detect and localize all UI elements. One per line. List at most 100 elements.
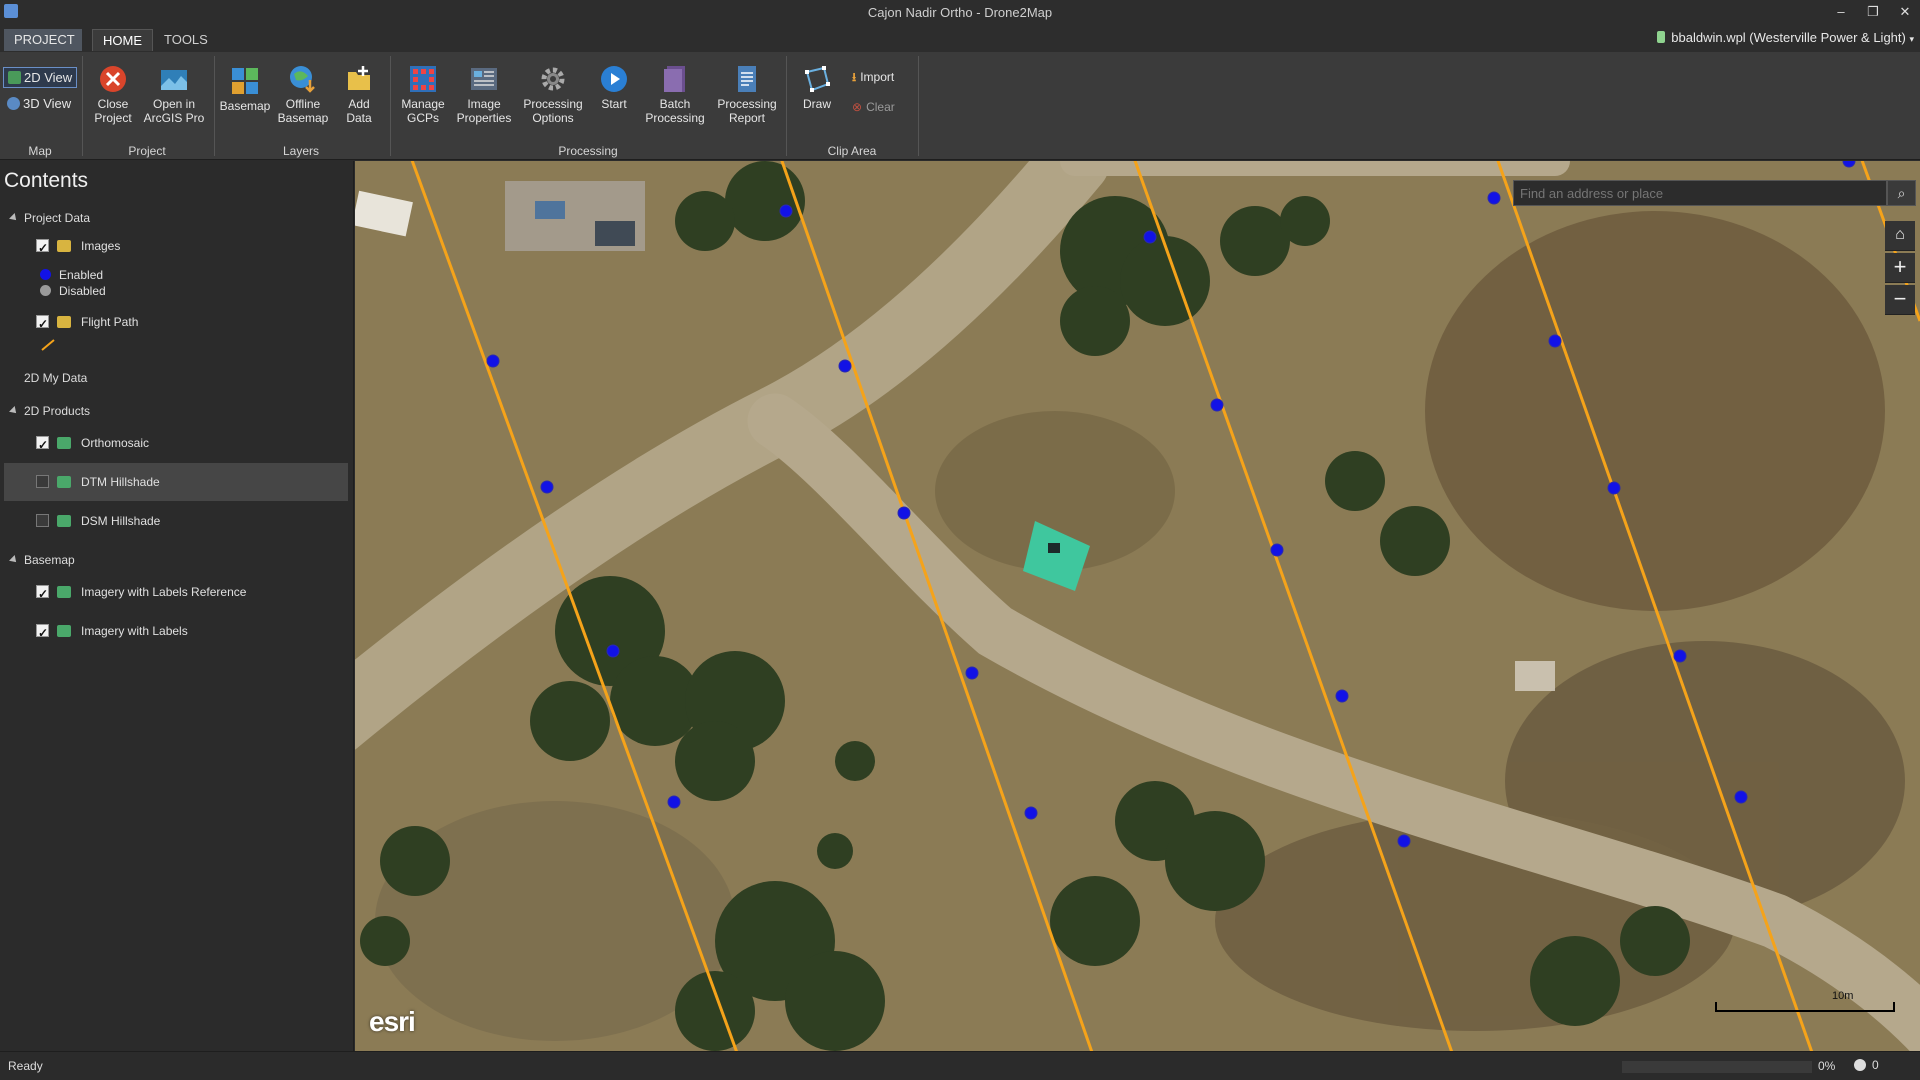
group-project-data-label: Project Data: [24, 211, 91, 225]
search-icon[interactable]: ⌕: [1887, 180, 1916, 206]
offline-basemap-label: Offline Basemap: [277, 97, 329, 125]
layer-orthomosaic-label: Orthomosaic: [81, 436, 150, 450]
processing-options-button[interactable]: Processing Options: [518, 64, 588, 125]
close-project-icon: [100, 66, 126, 92]
processing-report-button[interactable]: Processing Report: [712, 64, 782, 125]
processing-report-label: Processing Report: [717, 97, 777, 125]
tile-layer-icon: [57, 625, 71, 637]
image-point: [1143, 230, 1157, 244]
view-3d-button[interactable]: 3D View: [3, 94, 77, 115]
draw-button[interactable]: Draw: [794, 64, 840, 111]
dtm-checkbox[interactable]: [36, 475, 49, 488]
manage-gcps-button[interactable]: Manage GCPs: [396, 64, 450, 125]
map-canvas[interactable]: [355, 161, 1920, 1051]
group-label-project: Project: [128, 144, 166, 158]
group-basemap-label: Basemap: [24, 553, 75, 567]
ribbon-separator: [786, 56, 787, 156]
contents-pane: Contents Project Data Images Enabled Dis…: [0, 161, 354, 1051]
layer-imagery-ref-label: Imagery with Labels Reference: [81, 585, 247, 599]
image-point: [965, 666, 979, 680]
group-2d-my-data[interactable]: 2D My Data: [24, 371, 87, 385]
group-basemap[interactable]: Basemap: [9, 553, 75, 567]
map-view[interactable]: ⌕ ⌂ + − esri 10m: [355, 161, 1920, 1051]
processing-options-label: Processing Options: [523, 97, 583, 125]
search-input[interactable]: [1513, 180, 1887, 206]
gear-icon: [541, 67, 565, 91]
minimize-button[interactable]: –: [1825, 2, 1857, 22]
raster-layer-icon: [57, 437, 71, 449]
image-point: [1673, 649, 1687, 663]
flight-path-checkbox[interactable]: [36, 313, 49, 335]
start-button[interactable]: Start: [592, 64, 636, 111]
ribbon: 2D View 3D View Map Close Project Open i…: [0, 52, 1920, 160]
open-arcgis-pro-button[interactable]: Open in ArcGIS Pro: [142, 64, 206, 125]
add-data-label: Add Data: [346, 97, 372, 125]
line-layer-icon: [57, 316, 71, 328]
image-point: [1734, 790, 1748, 804]
layer-flight-path[interactable]: Flight Path: [36, 311, 348, 335]
view-3d-label: 3D View: [23, 96, 72, 111]
layer-dtm-hillshade[interactable]: DTM Hillshade: [4, 463, 348, 501]
basemap-icon: [232, 68, 258, 94]
tab-project[interactable]: PROJECT: [4, 29, 82, 51]
esri-logo: esri: [369, 1006, 416, 1037]
close-project-button[interactable]: Close Project: [88, 64, 138, 125]
images-checkbox[interactable]: [36, 237, 49, 259]
image-point: [1210, 398, 1224, 412]
close-window-button[interactable]: ✕: [1889, 2, 1920, 22]
tab-tools[interactable]: TOOLS: [154, 29, 218, 51]
imagery-checkbox[interactable]: [36, 622, 49, 644]
restore-button[interactable]: ❐: [1857, 2, 1889, 22]
layer-imagery-with-labels[interactable]: Imagery with Labels: [36, 620, 348, 644]
jobs-indicator[interactable]: 0: [1854, 1058, 1879, 1072]
layer-orthomosaic[interactable]: Orthomosaic: [36, 432, 348, 456]
user-status-icon: [1657, 31, 1666, 43]
disabled-point-symbol-icon: [40, 285, 51, 296]
scale-bar-label: 10m: [1832, 990, 1854, 1002]
group-label-processing: Processing: [558, 144, 618, 158]
legend-enabled-label: Enabled: [59, 268, 104, 282]
zoom-in-button[interactable]: +: [1885, 253, 1915, 283]
manage-gcps-label: Manage GCPs: [401, 97, 445, 125]
clear-icon: ⊗: [852, 100, 863, 114]
orthomosaic-checkbox[interactable]: [36, 434, 49, 456]
imagery-ref-checkbox[interactable]: [36, 583, 49, 605]
layer-imagery-labels-reference[interactable]: Imagery with Labels Reference: [36, 581, 348, 605]
ribbon-tabs: PROJECT HOME TOOLS bbaldwin.wpl (Westerv…: [0, 26, 1920, 52]
image-point: [838, 359, 852, 373]
window-title: Cajon Nadir Ortho - Drone2Map: [867, 5, 1053, 20]
basemap-button[interactable]: Basemap: [218, 66, 272, 113]
layer-images[interactable]: Images: [36, 235, 348, 259]
import-button[interactable]: ⭳ Import: [852, 68, 894, 89]
offline-basemap-icon: [290, 66, 315, 93]
title-bar: Cajon Nadir Ortho - Drone2Map – ❐ ✕: [0, 0, 1920, 26]
legend-disabled-label: Disabled: [59, 284, 106, 298]
image-point: [1024, 806, 1038, 820]
user-account[interactable]: bbaldwin.wpl (Westerville Power & Light)…: [1657, 30, 1914, 45]
layer-dsm-label: DSM Hillshade: [81, 514, 161, 528]
image-point: [1335, 689, 1349, 703]
dsm-checkbox[interactable]: [36, 514, 49, 527]
tab-home[interactable]: HOME: [92, 29, 153, 51]
image-point: [779, 204, 793, 218]
add-data-button[interactable]: Add Data: [336, 64, 382, 125]
status-text: Ready: [8, 1059, 43, 1073]
batch-processing-button[interactable]: Batch Processing: [640, 64, 710, 125]
globe-icon: [7, 97, 20, 110]
offline-basemap-button[interactable]: Offline Basemap: [274, 64, 332, 125]
group-2d-products[interactable]: 2D Products: [9, 404, 90, 418]
play-icon: [601, 66, 627, 92]
home-icon[interactable]: ⌂: [1885, 221, 1915, 251]
image-properties-button[interactable]: Image Properties: [454, 64, 514, 125]
report-icon: [738, 66, 756, 92]
ribbon-separator: [214, 56, 215, 156]
layer-imagery-label: Imagery with Labels: [81, 624, 188, 638]
ribbon-separator: [918, 56, 919, 156]
group-project-data[interactable]: Project Data: [9, 211, 91, 225]
view-2d-button[interactable]: 2D View: [3, 67, 77, 88]
clear-button[interactable]: ⊗ Clear: [852, 100, 895, 114]
flight-path-symbol-icon: [41, 339, 55, 351]
basemap-label: Basemap: [219, 99, 271, 113]
layer-dsm-hillshade[interactable]: DSM Hillshade: [36, 510, 348, 532]
zoom-out-button[interactable]: −: [1885, 285, 1915, 315]
